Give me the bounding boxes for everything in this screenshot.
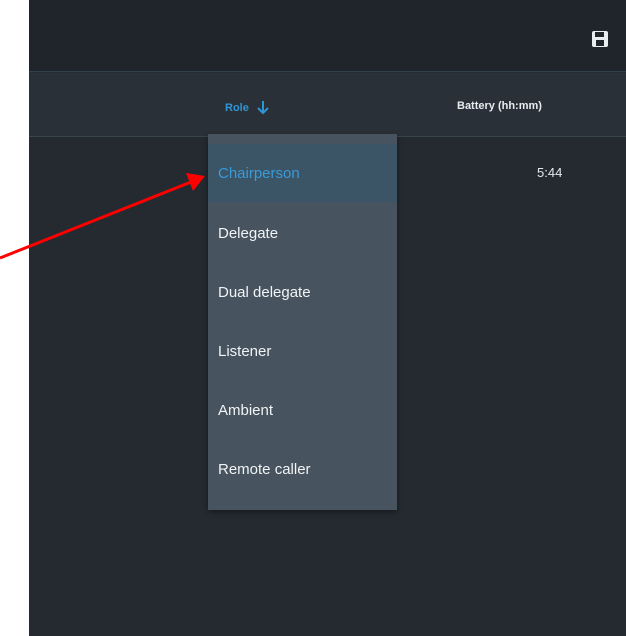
annotation-arrow (0, 173, 205, 260)
